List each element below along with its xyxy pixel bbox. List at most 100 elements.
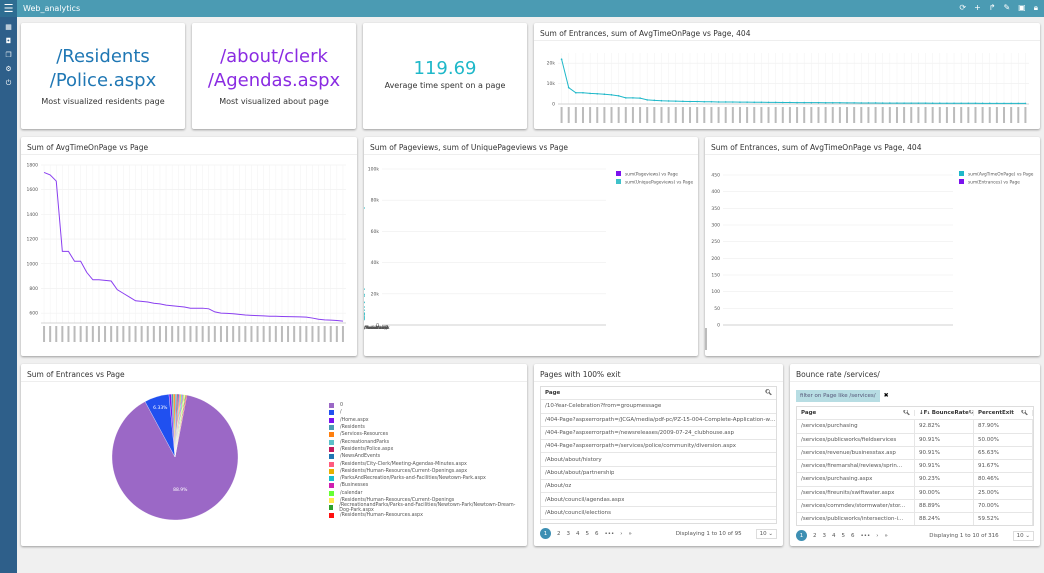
table-cell: 90.91% — [915, 460, 974, 473]
column-header[interactable]: ↓F₁ BounceRate🔍︎ — [915, 410, 974, 417]
column-header-page[interactable]: Page — [541, 390, 765, 396]
column-header[interactable]: Page 🔍︎ — [797, 410, 915, 417]
legend-label: /RecreationandParks/Parks-and-Facilities… — [339, 502, 516, 513]
legend-item[interactable]: /Services-Resources — [329, 431, 519, 438]
power-icon[interactable]: ⏻ — [6, 79, 12, 88]
x-tick-label — [232, 326, 235, 342]
x-tick-label — [299, 326, 302, 342]
legend-item[interactable]: /calendar — [329, 490, 519, 497]
search-icon[interactable]: 🔍︎ — [1021, 410, 1028, 416]
data-point — [1017, 102, 1020, 105]
table-row[interactable]: /services/firemarshal/reviews/sprin... 90… — [797, 460, 1033, 474]
legend-item[interactable]: /Home.aspx — [329, 417, 519, 424]
page-size-select[interactable]: 10 ⌄ — [755, 528, 777, 539]
table-row[interactable]: /About/council/agendas.aspx — [541, 493, 776, 507]
legend-item[interactable]: /RecreationandParks — [329, 438, 519, 445]
table-row[interactable]: /services/publicworks/fieldservices 90.91… — [797, 433, 1033, 447]
page-button[interactable]: 5 — [842, 533, 846, 539]
x-tick-label — [746, 107, 749, 123]
x-tick-label — [128, 326, 131, 342]
table-row[interactable]: /404-Page?aspxerrorpath=/services/police… — [541, 440, 776, 454]
x-tick-label — [674, 107, 677, 123]
data-point — [803, 101, 806, 104]
page-button[interactable]: 5 — [586, 531, 590, 537]
dashboard-icon[interactable]: ◘ — [6, 37, 12, 45]
page-button[interactable]: » — [884, 533, 887, 539]
chart-title: Sum of Entrances, sum of AvgTimeOnPage v… — [534, 23, 1040, 41]
page-button[interactable]: 4 — [576, 531, 580, 537]
x-tick-label — [953, 107, 956, 123]
x-tick-label — [49, 326, 52, 342]
page-button[interactable]: » — [628, 531, 631, 537]
search-icon[interactable]: 🔍︎ — [903, 410, 910, 416]
x-tick-label — [774, 107, 777, 123]
big-label: Most visualized about page — [219, 97, 329, 106]
data-point — [364, 293, 365, 296]
x-tick-label — [589, 107, 592, 123]
menu-icon[interactable]: ☰ — [0, 0, 17, 17]
page-button[interactable]: 3 — [567, 531, 571, 537]
dashboard-title: Web_analytics — [23, 4, 81, 13]
y-tick-label: 250 — [711, 239, 720, 245]
legend-item[interactable]: /Residents/Police.aspx — [329, 446, 519, 453]
grid-icon[interactable]: ▦ — [5, 23, 12, 31]
page-button[interactable]: 1 — [796, 530, 807, 541]
column-header[interactable]: PercentExit 🔍︎ — [974, 410, 1033, 417]
table-row[interactable]: /404-Page?aspxerrorpath=/newsreleases/20… — [541, 427, 776, 441]
search-icon[interactable]: 🔍︎ — [765, 390, 772, 396]
page-button[interactable]: 6 — [595, 531, 599, 537]
table-row[interactable]: /services/publicworks/intersection-i... 8… — [797, 513, 1033, 525]
plus-icon[interactable]: + — [974, 3, 981, 13]
table-row[interactable]: /services/fireunits/swiftwater.aspx 90.00… — [797, 486, 1033, 501]
share-icon[interactable]: ↱ — [989, 3, 996, 13]
data-point — [831, 101, 834, 104]
table-row[interactable]: /services/revenue/businesstax.asp 90.91% 6… — [797, 446, 1033, 461]
legend-item[interactable]: /Residents/Human-Resources/Current-Openi… — [329, 468, 519, 475]
table-row[interactable]: /services/purchasing.aspx 90.23% 80.46% — [797, 473, 1033, 487]
page-button[interactable]: 2 — [813, 533, 817, 539]
page-button[interactable]: 4 — [832, 533, 836, 539]
table-title: Pages with 100% exit — [534, 364, 783, 382]
lock-icon[interactable]: 🔒︎ — [1034, 3, 1038, 13]
legend-item[interactable]: /ParksAndRecreation/Parks-and-Facilities… — [329, 475, 519, 482]
page-button[interactable]: ••• — [605, 531, 615, 537]
table-row[interactable]: /services/commdev/stormwater/stor... 88.8… — [797, 500, 1033, 514]
page-button[interactable]: › — [620, 531, 622, 537]
x-tick-label — [988, 107, 991, 123]
legend-item[interactable]: /NewsAndEvents — [329, 453, 519, 460]
legend-item[interactable]: /RecreationandParks/Parks-and-Facilities… — [329, 502, 519, 513]
legend-item[interactable]: /Residents/City-Clerk/Meeting-Agendas-Mi… — [329, 460, 519, 467]
table-row[interactable]: /10-Year-Celebration?from=groupmessage — [541, 400, 776, 414]
page-button[interactable]: 6 — [851, 533, 855, 539]
table-row[interactable]: /About/about/history — [541, 453, 776, 467]
legend-item[interactable]: /Residents — [329, 424, 519, 431]
x-tick-label — [617, 107, 620, 123]
page-button[interactable]: 1 — [540, 528, 551, 539]
x-tick-label — [73, 326, 76, 342]
table-row[interactable]: /services/purchasing 92.82% 87.90% — [797, 420, 1033, 434]
table-row[interactable]: /404-Page?aspxerrorpath=/JCGA/media/pdf-… — [541, 414, 776, 427]
table-row[interactable]: /About/oz — [541, 480, 776, 494]
remove-filter-icon[interactable]: ✖ — [884, 392, 889, 399]
legend-item[interactable]: 0 — [329, 402, 519, 409]
edit-icon[interactable]: ✎ — [1003, 3, 1010, 13]
page-size-select[interactable]: 10 ⌄ — [1012, 530, 1034, 541]
save-icon[interactable]: ▣ — [1018, 3, 1026, 13]
x-tick-label — [201, 326, 204, 342]
x-tick-label — [788, 107, 791, 123]
refresh-icon[interactable]: ⟳ — [959, 3, 966, 13]
page-button[interactable]: › — [876, 533, 878, 539]
page-button[interactable]: 3 — [823, 533, 827, 539]
table-row[interactable]: /About/about/partnership — [541, 467, 776, 481]
table-row[interactable]: /About/council/elections — [541, 507, 776, 520]
page-button[interactable]: ••• — [861, 533, 871, 539]
legend-item[interactable]: / — [329, 409, 519, 416]
page-button[interactable]: 2 — [557, 531, 561, 537]
x-tick-label — [631, 107, 634, 123]
settings-icon[interactable]: ⚙ — [5, 65, 11, 73]
copy-icon[interactable]: ❐ — [5, 51, 11, 59]
legend-item[interactable]: /Businesses — [329, 482, 519, 489]
x-tick-label — [653, 107, 656, 123]
data-point — [1003, 102, 1005, 105]
x-tick-label — [43, 326, 46, 342]
